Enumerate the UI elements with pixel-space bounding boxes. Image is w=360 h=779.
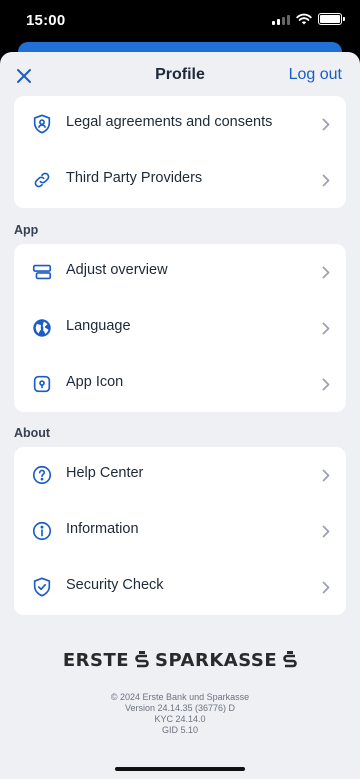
copyright-text: © 2024 Erste Bank und Sparkasse bbox=[110, 692, 250, 702]
logout-button[interactable]: Log out bbox=[289, 66, 342, 84]
menu-item-information[interactable]: Information bbox=[14, 503, 346, 559]
erste-sparkasse-logo: ERSTE SPARKASSE bbox=[0, 650, 360, 671]
menu-item-third-party-providers[interactable]: Third Party Providers bbox=[14, 152, 346, 208]
menu-item-legal-agreements[interactable]: Legal agreements and consents bbox=[14, 96, 346, 152]
menu-item-label: Adjust overview bbox=[66, 262, 168, 278]
status-icons bbox=[272, 13, 345, 25]
app-icon-icon bbox=[30, 372, 54, 396]
menu-item-app-icon[interactable]: App Icon bbox=[14, 356, 346, 412]
menu-item-label: Third Party Providers bbox=[66, 170, 203, 186]
chevron-right-icon bbox=[320, 579, 332, 595]
section-title-app: App bbox=[14, 223, 39, 237]
menu-item-label: App Icon bbox=[66, 374, 124, 390]
section-title-about: About bbox=[14, 426, 51, 440]
profile-sheet: Profile Log out Legal agreements and con… bbox=[0, 52, 360, 779]
logo-text-left: ERSTE bbox=[62, 650, 130, 671]
link-icon bbox=[30, 168, 54, 192]
chevron-right-icon bbox=[320, 172, 332, 188]
app-version-info: © 2024 Erste Bank und Sparkasse Version … bbox=[0, 692, 360, 736]
cellular-signal-icon bbox=[272, 14, 290, 25]
kyc-text: KYC 24.14.0 bbox=[154, 714, 206, 724]
shield-check-icon bbox=[30, 575, 54, 599]
chevron-right-icon bbox=[320, 523, 332, 539]
chevron-right-icon bbox=[320, 376, 332, 392]
sheet-header: Profile Log out bbox=[0, 52, 360, 98]
menu-item-label: Information bbox=[66, 521, 139, 537]
legal-card: Legal agreements and consents Third Part… bbox=[14, 96, 346, 208]
sparkasse-s-icon bbox=[135, 650, 149, 667]
chevron-right-icon bbox=[320, 467, 332, 483]
globe-icon bbox=[30, 316, 54, 340]
question-icon bbox=[30, 463, 54, 487]
logo-text-right: SPARKASSE bbox=[155, 650, 278, 671]
status-bar: 15:00 bbox=[0, 0, 360, 42]
layout-icon bbox=[30, 260, 54, 284]
chevron-right-icon bbox=[320, 264, 332, 280]
menu-item-adjust-overview[interactable]: Adjust overview bbox=[14, 244, 346, 300]
home-indicator[interactable] bbox=[115, 767, 245, 771]
sparkasse-s-icon bbox=[283, 650, 297, 667]
shield-person-icon bbox=[30, 112, 54, 136]
gid-text: GID 5.10 bbox=[161, 725, 199, 735]
chevron-right-icon bbox=[320, 116, 332, 132]
menu-item-label: Help Center bbox=[66, 465, 144, 481]
version-text: Version 24.14.35 (36776) D bbox=[124, 703, 236, 713]
menu-item-security-check[interactable]: Security Check bbox=[14, 559, 346, 615]
about-card: Help Center Information Security Check bbox=[14, 447, 346, 615]
status-time: 15:00 bbox=[26, 12, 66, 29]
menu-item-language[interactable]: Language bbox=[14, 300, 346, 356]
battery-icon bbox=[318, 13, 345, 25]
menu-item-label: Language bbox=[66, 318, 131, 334]
info-icon bbox=[30, 519, 54, 543]
menu-item-help-center[interactable]: Help Center bbox=[14, 447, 346, 503]
menu-item-label: Legal agreements and consents bbox=[66, 114, 273, 130]
app-card: Adjust overview Language App Icon bbox=[14, 244, 346, 412]
chevron-right-icon bbox=[320, 320, 332, 336]
wifi-icon bbox=[296, 13, 312, 25]
menu-item-label: Security Check bbox=[66, 577, 164, 593]
